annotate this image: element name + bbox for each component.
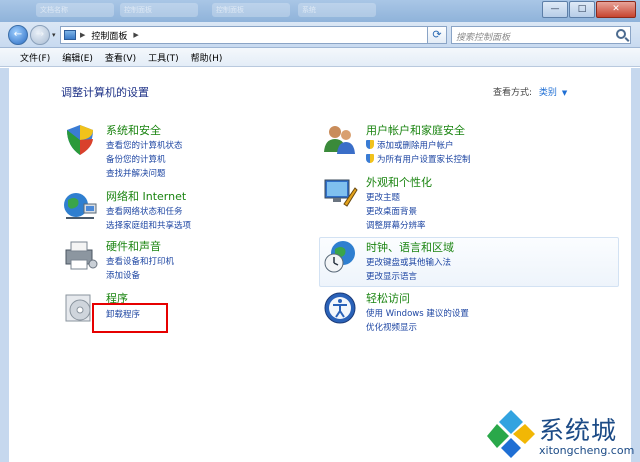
category-link[interactable]: 添加或删除用户帐户 xyxy=(366,139,454,151)
category-link[interactable]: 使用 Windows 建议的设置 xyxy=(366,307,469,319)
menu-help[interactable]: 帮助(H) xyxy=(191,51,223,64)
view-by-label: 查看方式: xyxy=(493,88,533,98)
search-placeholder: 搜索控制面板 xyxy=(456,33,511,43)
watermark-url: xitongcheng.com xyxy=(539,444,635,457)
clock-globe-icon xyxy=(324,241,355,273)
uac-shield-icon xyxy=(366,154,374,163)
watermark-text: 系统城 xyxy=(539,416,618,445)
control-panel-icon xyxy=(64,30,76,40)
category-appearance: 外观和个性化 更改主题 更改桌面背景 调整屏幕分辨率 xyxy=(322,174,622,234)
search-input[interactable]: 搜索控制面板 xyxy=(451,26,631,44)
breadcrumb-separator-icon[interactable]: ▶ xyxy=(133,31,138,39)
search-icon[interactable] xyxy=(616,29,626,39)
category-title[interactable]: 系统和安全 xyxy=(106,122,161,138)
window-controls: — □ ✕ xyxy=(541,1,636,18)
title-bar: 文档名称 控制面板 系统 控制面板 — □ ✕ xyxy=(0,0,640,22)
window-frame-left xyxy=(0,68,9,462)
category-title[interactable]: 外观和个性化 xyxy=(366,174,432,190)
view-by-control: 查看方式: 类别 ▼ xyxy=(493,85,567,98)
category-clock-language: 时钟、语言和区域 更改键盘或其他输入法 更改显示语言 xyxy=(322,239,618,283)
category-link[interactable]: 查看设备和打印机 xyxy=(106,255,174,267)
page-title: 调整计算机的设置 xyxy=(61,86,149,99)
category-user-accounts: 用户帐户和家庭安全 添加或删除用户帐户 为所有用户设置家长控制 xyxy=(322,122,622,168)
printer-icon xyxy=(65,241,98,270)
category-link[interactable]: 选择家庭组和共享选项 xyxy=(106,219,191,231)
category-title[interactable]: 硬件和声音 xyxy=(106,238,161,254)
users-icon xyxy=(324,126,355,154)
category-link[interactable]: 添加设备 xyxy=(106,269,140,281)
back-button[interactable]: ← xyxy=(8,25,28,45)
category-network: 网络和 Internet 查看网络状态和任务 选择家庭组和共享选项 xyxy=(62,188,312,232)
category-title[interactable]: 用户帐户和家庭安全 xyxy=(366,122,465,138)
category-link[interactable]: 查看您的计算机状态 xyxy=(106,139,183,151)
refresh-button[interactable]: ⟳ xyxy=(427,26,447,44)
breadcrumb-control-panel[interactable]: 控制面板 xyxy=(91,29,127,42)
forward-button[interactable]: → xyxy=(30,25,50,45)
category-link-label: 为所有用户设置家长控制 xyxy=(377,155,471,165)
watermark-logo: 系统城 xitongcheng.com xyxy=(485,406,635,460)
category-link[interactable]: 更改显示语言 xyxy=(366,270,417,282)
view-by-dropdown-icon[interactable]: ▼ xyxy=(562,89,567,97)
view-by-value[interactable]: 类别 xyxy=(539,88,557,98)
highlight-annotation-box xyxy=(92,303,168,333)
category-link[interactable]: 更改键盘或其他输入法 xyxy=(366,256,451,268)
ghost-tab: 控制面板 xyxy=(212,3,290,17)
category-title[interactable]: 轻松访问 xyxy=(366,290,410,306)
category-link-label: 添加或删除用户帐户 xyxy=(377,141,454,151)
category-link[interactable]: 查看网络状态和任务 xyxy=(106,205,183,217)
ghost-tab: 文档名称 xyxy=(36,3,114,17)
close-button[interactable]: ✕ xyxy=(596,1,636,18)
address-bar-row: ← → ▾ ▶ 控制面板 ▶ ▾ ⟳ 搜索控制面板 xyxy=(0,22,640,48)
minimize-button[interactable]: — xyxy=(542,1,568,18)
menu-edit[interactable]: 编辑(E) xyxy=(62,51,93,64)
category-link[interactable]: 更改桌面背景 xyxy=(366,205,417,217)
shield-icon xyxy=(67,125,93,155)
ghost-tab: 系统 xyxy=(298,3,376,17)
category-system-security: 系统和安全 查看您的计算机状态 备份您的计算机 查找并解决问题 xyxy=(62,122,312,182)
category-link[interactable]: 查找并解决问题 xyxy=(106,167,166,179)
category-link[interactable]: 调整屏幕分辨率 xyxy=(366,219,426,231)
menu-view[interactable]: 查看(V) xyxy=(105,51,136,64)
category-link[interactable]: 备份您的计算机 xyxy=(106,153,166,165)
window-frame-right xyxy=(631,68,640,462)
category-link[interactable]: 为所有用户设置家长控制 xyxy=(366,153,471,165)
recent-pages-dropdown-icon[interactable]: ▾ xyxy=(52,31,56,39)
network-globe-icon xyxy=(64,193,97,219)
breadcrumb-separator-icon[interactable]: ▶ xyxy=(80,31,85,39)
category-hardware-sound: 硬件和声音 查看设备和打印机 添加设备 xyxy=(62,238,312,282)
category-link[interactable]: 更改主题 xyxy=(366,191,400,203)
appearance-icon xyxy=(324,179,358,207)
menu-tools[interactable]: 工具(T) xyxy=(148,51,179,64)
uac-shield-icon xyxy=(366,140,374,149)
windows-logo-icon xyxy=(487,410,535,458)
category-link[interactable]: 优化视频显示 xyxy=(366,321,417,333)
category-title[interactable]: 时钟、语言和区域 xyxy=(366,239,454,255)
menu-bar: 文件(F) 编辑(E) 查看(V) 工具(T) 帮助(H) xyxy=(0,48,640,67)
ghost-tab: 控制面板 xyxy=(120,3,198,17)
category-ease-of-access: 轻松访问 使用 Windows 建议的设置 优化视频显示 xyxy=(322,290,622,334)
maximize-button[interactable]: □ xyxy=(569,1,595,18)
ease-of-access-icon xyxy=(324,292,356,324)
address-field[interactable]: ▶ 控制面板 ▶ ▾ xyxy=(60,26,445,44)
menu-file[interactable]: 文件(F) xyxy=(20,51,50,64)
category-title[interactable]: 网络和 Internet xyxy=(106,188,186,204)
